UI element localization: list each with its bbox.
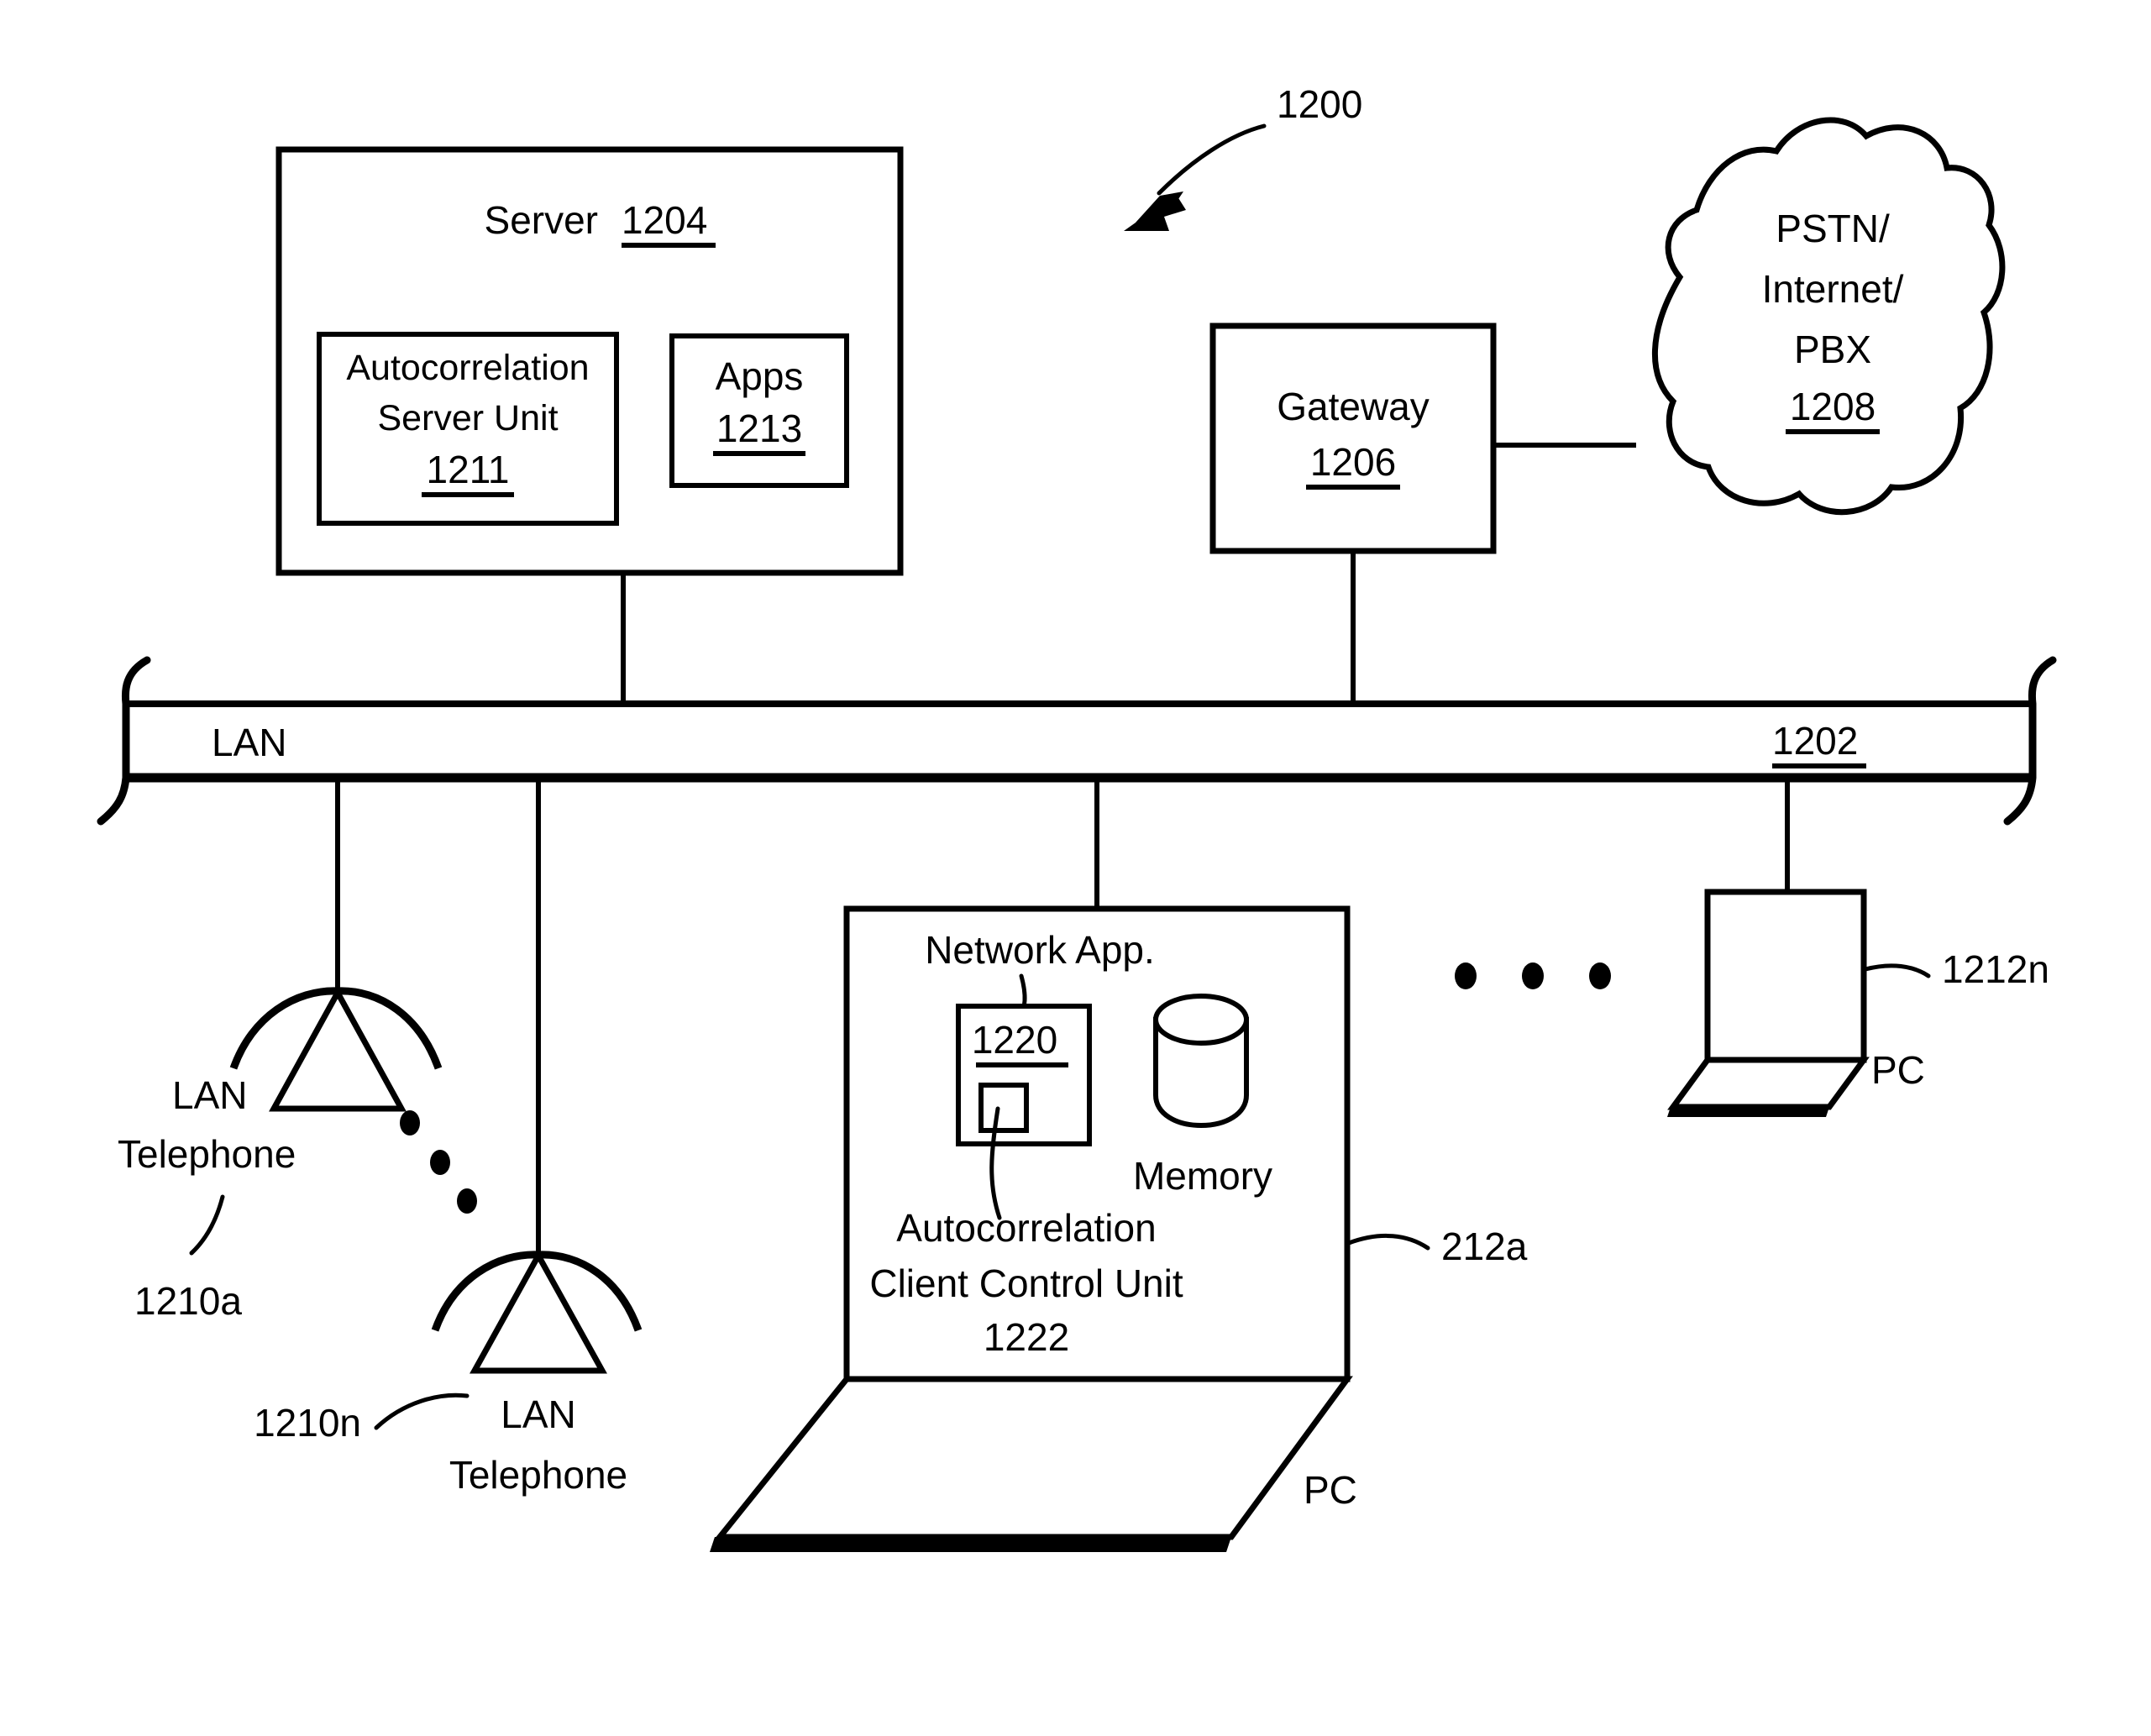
autocorrelation-server-unit-ref: 1211 — [427, 448, 510, 491]
pc-ellipsis-dot-2 — [1522, 962, 1544, 989]
lan-label: LAN — [212, 721, 286, 764]
figure-number-group: 1200 — [1124, 82, 1362, 231]
pstn-cloud-group[interactable]: PSTN/ Internet/ PBX 1208 — [1652, 117, 2006, 516]
pstn-cloud-line3: PBX — [1794, 328, 1871, 371]
client-pc-ref: 212a — [1441, 1225, 1528, 1268]
memory-cylinder-top — [1153, 994, 1249, 1046]
telephone-a-leader — [189, 1194, 225, 1256]
telephone-ellipsis-group — [400, 1110, 477, 1214]
memory-label: Memory — [1133, 1154, 1272, 1198]
pstn-cloud-ref: 1208 — [1790, 385, 1876, 428]
telephone-n-leader — [374, 1392, 470, 1430]
lan-telephone-1210n-group[interactable]: LAN Telephone 1210n — [254, 1249, 643, 1497]
server-label: Server — [485, 198, 598, 242]
network-app-box-group[interactable]: 1220 — [956, 1004, 1092, 1146]
client-control-unit-line2: Client Control Unit — [869, 1261, 1183, 1305]
telephone-a-triangle-icon[interactable] — [269, 986, 407, 1112]
figure-arrow-shaft — [1157, 123, 1267, 196]
remote-pc-ref-leader — [1863, 963, 1931, 978]
gateway-box[interactable] — [1209, 323, 1497, 554]
telephone-n-line2: Telephone — [449, 1453, 627, 1497]
network-diagram: 1200 Server 1204 Autocorrelation Server … — [97, 82, 2057, 1552]
client-control-unit-ref: 1222 — [984, 1315, 1069, 1359]
autocorrelation-server-unit-line1: Autocorrelation — [346, 348, 589, 388]
client-pc-screen[interactable] — [843, 905, 1351, 1382]
telephone-a-line2: Telephone — [118, 1132, 296, 1176]
client-pc-ref-leader — [1346, 1234, 1430, 1251]
pstn-cloud-line2: Internet/ — [1762, 267, 1904, 311]
telephone-ellipsis-dot-2 — [430, 1150, 450, 1175]
pstn-cloud-line1: PSTN/ — [1776, 207, 1890, 250]
lan-telephone-1210a-group[interactable]: LAN Telephone 1210a — [118, 986, 443, 1323]
network-app-label: Network App. — [925, 928, 1155, 972]
pc-ellipsis-dot-3 — [1589, 962, 1611, 989]
remote-pc-base[interactable] — [1667, 1057, 1870, 1110]
remote-pc-group[interactable]: 1212n PC — [1667, 889, 2049, 1117]
telephone-ellipsis-dot-1 — [400, 1110, 420, 1135]
autocorrelation-server-unit-line2: Server Unit — [377, 398, 558, 438]
lan-bar-group[interactable]: LAN 1202 — [97, 656, 2057, 826]
figure-canvas: 1200 Server 1204 Autocorrelation Server … — [0, 0, 2151, 1736]
gateway-box-group[interactable]: Gateway 1206 — [1209, 323, 1636, 704]
figure-number-label: 1200 — [1277, 82, 1362, 126]
figure-arrow-head-fill — [1124, 194, 1186, 231]
pc-ellipsis-dot-1 — [1455, 962, 1477, 989]
client-control-unit-line1: Autocorrelation — [896, 1206, 1156, 1250]
telephone-ellipsis-dot-3 — [457, 1188, 477, 1214]
client-pc-base[interactable] — [713, 1376, 1353, 1540]
gateway-label: Gateway — [1277, 385, 1430, 428]
lan-right-brace — [2003, 656, 2057, 826]
telephone-a-ref: 1210a — [134, 1279, 242, 1323]
client-pc-base-shadow — [710, 1537, 1231, 1552]
server-box-group[interactable]: Server 1204 Autocorrelation Server Unit … — [275, 146, 904, 704]
pc-ellipsis-group — [1455, 962, 1611, 989]
lan-left-brace — [97, 656, 151, 826]
remote-pc-screen[interactable] — [1704, 889, 1867, 1063]
apps-label: Apps — [716, 354, 804, 398]
autocorrelation-client-control-unit-icon[interactable] — [978, 1083, 1029, 1133]
pstn-cloud-shape[interactable] — [1652, 117, 2006, 516]
server-ref: 1204 — [622, 198, 707, 242]
remote-pc-base-shadow — [1667, 1107, 1829, 1117]
telephone-n-ref: 1210n — [254, 1401, 361, 1445]
telephone-n-line1: LAN — [501, 1392, 575, 1436]
apps-ref: 1213 — [716, 406, 802, 450]
apps-group[interactable]: Apps 1213 — [669, 333, 849, 488]
client-pc-group[interactable]: Network App. 1220 Memory Autocorrelation… — [710, 905, 1528, 1552]
gateway-ref: 1206 — [1310, 440, 1396, 484]
autocorrelation-server-unit-group[interactable]: Autocorrelation Server Unit 1211 — [317, 332, 619, 526]
remote-pc-ref: 1212n — [1942, 947, 2049, 991]
client-pc-label: PC — [1304, 1468, 1357, 1512]
telephone-n-triangle-icon[interactable] — [470, 1249, 607, 1374]
telephone-a-line1: LAN — [172, 1073, 247, 1117]
remote-pc-label: PC — [1871, 1048, 1925, 1092]
network-app-ref: 1220 — [972, 1018, 1057, 1062]
lan-ref: 1202 — [1772, 719, 1858, 763]
